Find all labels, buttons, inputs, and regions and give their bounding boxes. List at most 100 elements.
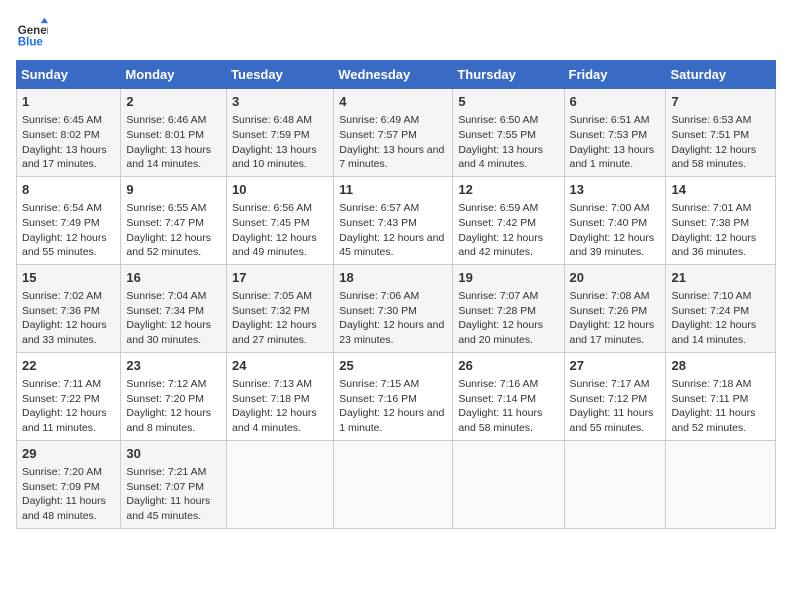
cell-text: Sunrise: 7:01 AM xyxy=(671,201,770,216)
weekday-header: Monday xyxy=(121,61,227,89)
cell-text: Daylight: 12 hours and 23 minutes. xyxy=(339,318,447,347)
calendar-cell xyxy=(334,440,453,528)
calendar-cell: 4Sunrise: 6:49 AMSunset: 7:57 PMDaylight… xyxy=(334,89,453,177)
cell-text: Sunrise: 7:11 AM xyxy=(22,377,115,392)
day-number: 21 xyxy=(671,269,770,287)
cell-text: Sunrise: 7:05 AM xyxy=(232,289,328,304)
weekday-header: Thursday xyxy=(453,61,564,89)
day-number: 17 xyxy=(232,269,328,287)
day-number: 28 xyxy=(671,357,770,375)
calendar-cell: 3Sunrise: 6:48 AMSunset: 7:59 PMDaylight… xyxy=(227,89,334,177)
cell-text: Sunrise: 6:50 AM xyxy=(458,113,558,128)
day-number: 9 xyxy=(126,181,221,199)
cell-text: Sunset: 7:09 PM xyxy=(22,480,115,495)
cell-text: Daylight: 12 hours and 52 minutes. xyxy=(126,231,221,260)
weekday-header: Tuesday xyxy=(227,61,334,89)
day-number: 27 xyxy=(570,357,661,375)
cell-text: Sunset: 7:28 PM xyxy=(458,304,558,319)
cell-text: Sunrise: 7:06 AM xyxy=(339,289,447,304)
cell-text: Sunset: 7:26 PM xyxy=(570,304,661,319)
cell-text: Sunrise: 7:07 AM xyxy=(458,289,558,304)
day-number: 30 xyxy=(126,445,221,463)
cell-text: Sunrise: 7:13 AM xyxy=(232,377,328,392)
cell-text: Sunrise: 6:46 AM xyxy=(126,113,221,128)
weekday-header: Saturday xyxy=(666,61,776,89)
calendar-cell: 24Sunrise: 7:13 AMSunset: 7:18 PMDayligh… xyxy=(227,352,334,440)
calendar-cell: 1Sunrise: 6:45 AMSunset: 8:02 PMDaylight… xyxy=(17,89,121,177)
day-number: 11 xyxy=(339,181,447,199)
cell-text: Daylight: 12 hours and 4 minutes. xyxy=(232,406,328,435)
cell-text: Daylight: 12 hours and 42 minutes. xyxy=(458,231,558,260)
day-number: 7 xyxy=(671,93,770,111)
calendar-table: SundayMondayTuesdayWednesdayThursdayFrid… xyxy=(16,60,776,529)
day-number: 4 xyxy=(339,93,447,111)
cell-text: Sunset: 7:24 PM xyxy=(671,304,770,319)
day-number: 1 xyxy=(22,93,115,111)
cell-text: Sunset: 7:30 PM xyxy=(339,304,447,319)
calendar-cell xyxy=(666,440,776,528)
cell-text: Daylight: 13 hours and 14 minutes. xyxy=(126,143,221,172)
cell-text: Sunrise: 6:49 AM xyxy=(339,113,447,128)
cell-text: Sunset: 7:16 PM xyxy=(339,392,447,407)
day-number: 6 xyxy=(570,93,661,111)
calendar-cell xyxy=(564,440,666,528)
cell-text: Sunrise: 7:18 AM xyxy=(671,377,770,392)
cell-text: Sunrise: 6:54 AM xyxy=(22,201,115,216)
calendar-cell: 29Sunrise: 7:20 AMSunset: 7:09 PMDayligh… xyxy=(17,440,121,528)
cell-text: Sunrise: 6:55 AM xyxy=(126,201,221,216)
calendar-cell: 23Sunrise: 7:12 AMSunset: 7:20 PMDayligh… xyxy=(121,352,227,440)
calendar-cell: 9 Sunrise: 6:55 AMSunset: 7:47 PMDaylight… xyxy=(121,176,227,264)
cell-text: Sunrise: 7:15 AM xyxy=(339,377,447,392)
day-number: 10 xyxy=(232,181,328,199)
cell-text: Sunrise: 6:57 AM xyxy=(339,201,447,216)
calendar-cell: 11Sunrise: 6:57 AMSunset: 7:43 PMDayligh… xyxy=(334,176,453,264)
page-header: General Blue xyxy=(16,16,776,48)
cell-text: Sunrise: 6:56 AM xyxy=(232,201,328,216)
cell-text: Sunrise: 7:12 AM xyxy=(126,377,221,392)
cell-text: Daylight: 12 hours and 30 minutes. xyxy=(126,318,221,347)
svg-text:General: General xyxy=(18,25,48,37)
cell-text: Daylight: 13 hours and 4 minutes. xyxy=(458,143,558,172)
cell-text: Daylight: 12 hours and 27 minutes. xyxy=(232,318,328,347)
cell-text: Daylight: 12 hours and 1 minute. xyxy=(339,406,447,435)
cell-text: Sunrise: 6:59 AM xyxy=(458,201,558,216)
calendar-cell: 8Sunrise: 6:54 AMSunset: 7:49 PMDaylight… xyxy=(17,176,121,264)
cell-text: Daylight: 12 hours and 39 minutes. xyxy=(570,231,661,260)
day-number: 18 xyxy=(339,269,447,287)
cell-text: Daylight: 12 hours and 8 minutes. xyxy=(126,406,221,435)
calendar-cell: 15Sunrise: 7:02 AMSunset: 7:36 PMDayligh… xyxy=(17,264,121,352)
cell-text: Sunrise: 7:02 AM xyxy=(22,289,115,304)
calendar-cell: 17Sunrise: 7:05 AMSunset: 7:32 PMDayligh… xyxy=(227,264,334,352)
cell-text: Sunrise: 7:00 AM xyxy=(570,201,661,216)
day-number: 3 xyxy=(232,93,328,111)
calendar-cell: 7Sunrise: 6:53 AMSunset: 7:51 PMDaylight… xyxy=(666,89,776,177)
cell-text: Sunset: 7:43 PM xyxy=(339,216,447,231)
cell-text: Daylight: 11 hours and 58 minutes. xyxy=(458,406,558,435)
day-number: 24 xyxy=(232,357,328,375)
cell-text: Sunrise: 7:17 AM xyxy=(570,377,661,392)
cell-text: Daylight: 11 hours and 45 minutes. xyxy=(126,494,221,523)
cell-text: Sunrise: 7:08 AM xyxy=(570,289,661,304)
cell-text: Daylight: 12 hours and 49 minutes. xyxy=(232,231,328,260)
day-number: 2 xyxy=(126,93,221,111)
cell-text: Sunrise: 7:16 AM xyxy=(458,377,558,392)
cell-text: Sunset: 7:47 PM xyxy=(126,216,221,231)
logo-icon: General Blue xyxy=(16,16,48,48)
day-number: 29 xyxy=(22,445,115,463)
day-number: 15 xyxy=(22,269,115,287)
day-number: 8 xyxy=(22,181,115,199)
calendar-cell: 30Sunrise: 7:21 AMSunset: 7:07 PMDayligh… xyxy=(121,440,227,528)
cell-text: Sunset: 7:12 PM xyxy=(570,392,661,407)
cell-text: Sunset: 7:38 PM xyxy=(671,216,770,231)
cell-text: Sunrise: 6:53 AM xyxy=(671,113,770,128)
calendar-cell: 21Sunrise: 7:10 AMSunset: 7:24 PMDayligh… xyxy=(666,264,776,352)
day-number: 20 xyxy=(570,269,661,287)
weekday-header: Wednesday xyxy=(334,61,453,89)
day-number: 16 xyxy=(126,269,221,287)
cell-text: Daylight: 13 hours and 7 minutes. xyxy=(339,143,447,172)
cell-text: Sunset: 7:45 PM xyxy=(232,216,328,231)
calendar-cell xyxy=(453,440,564,528)
calendar-cell: 18 Sunrise: 7:06 AMSunset: 7:30 PMDayligh… xyxy=(334,264,453,352)
calendar-cell: 22Sunrise: 7:11 AMSunset: 7:22 PMDayligh… xyxy=(17,352,121,440)
day-number: 26 xyxy=(458,357,558,375)
